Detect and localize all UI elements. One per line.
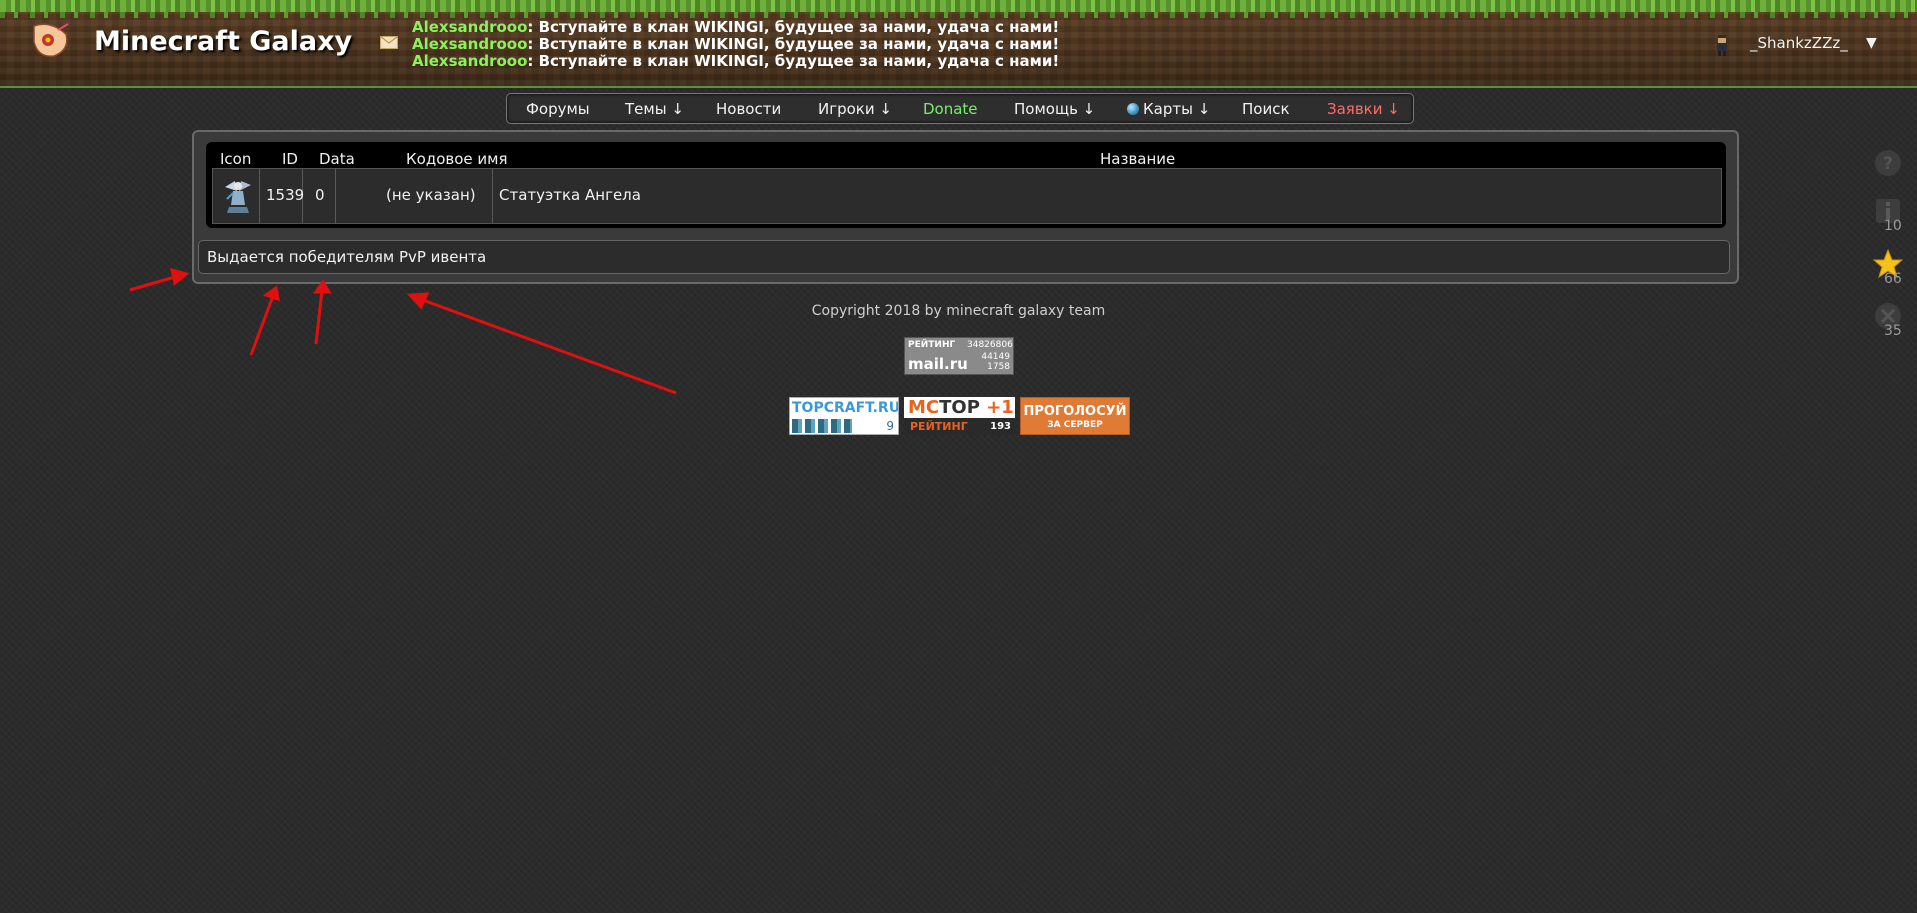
table-row: 1539 0 (не указан) Статуэтка Ангела [212,168,1722,224]
shout-author[interactable]: Alexsandrooo [412,18,527,36]
item-description-box: Выдается победителям PvP ивента [198,240,1730,274]
mctop-label-b: TOP [939,397,980,418]
nav-forums[interactable]: Форумы [526,100,590,118]
topcraft-badge[interactable]: TOPCRAFT.RU 9 [789,397,899,435]
col-header-icon: Icon [220,150,252,168]
shout-message: : Вступайте в клан WIKINGI, будущее за н… [527,18,1060,36]
svg-text:?: ? [1883,154,1893,174]
cell-code-name: (не указан) [336,169,493,223]
site-title[interactable]: Minecraft Galaxy [94,26,352,57]
user-menu-caret-icon[interactable]: ▼ [1866,35,1877,51]
item-description: Выдается победителям PvP ивента [207,248,487,266]
globe-icon [1127,103,1139,115]
info-count: 10 [1884,218,1902,234]
main-nav: Форумы Темы ↓ Новости Игроки ↓ Donate По… [506,93,1414,124]
nav-applications[interactable]: Заявки ↓ [1327,100,1400,118]
annotation-arrow [129,274,179,292]
shoutbox: Alexsandrooo: Вступайте в клан WIKINGI, … [412,19,1059,70]
mailru-label: РЕЙТИНГ [908,340,956,350]
site-header: Minecraft Galaxy Alexsandrooo: Вступайте… [0,0,1917,88]
shout-line: Alexsandrooo: Вступайте в клан WIKINGI, … [412,19,1059,36]
shout-author[interactable]: Alexsandrooo [412,35,527,53]
mailru-logo: mail.ru [908,355,968,373]
username[interactable]: _ShankzZZz_ [1750,34,1848,52]
copyright: Copyright 2018 by minecraft galaxy team [811,303,1106,319]
nav-maps[interactable]: Карты ↓ [1127,100,1210,118]
mailru-num2: 44149 [981,352,1010,362]
nav-search[interactable]: Поиск [1242,100,1290,118]
vote-line2: ЗА СЕРВЕР [1047,420,1103,430]
mailru-rating-counter[interactable]: РЕЙТИНГ 34826806 mail.ru 44149 1758 [904,337,1014,375]
shout-message: : Вступайте в клан WIKINGI, будущее за н… [527,52,1060,70]
item-name: Статуэтка Ангела [499,186,641,204]
mailru-num1: 34826806 [967,340,1013,350]
col-header-id: ID [282,150,298,168]
col-header-code-name: Кодовое имя [406,150,508,168]
vote-line1: ПРОГОЛОСУЙ [1023,404,1127,419]
nav-donate[interactable]: Donate [923,100,978,118]
galaxy-logo-icon[interactable] [28,20,72,60]
item-code-name: (не указан) [386,186,476,204]
topcraft-bars [792,419,852,433]
grass-strip [0,0,1917,12]
shout-author[interactable]: Alexsandrooo [412,52,527,70]
topcraft-label: TOPCRAFT.RU [792,400,899,416]
shout-message: : Вступайте в клан WIKINGI, будущее за н… [527,35,1060,53]
mail-icon[interactable] [380,36,398,49]
nav-topics[interactable]: Темы ↓ [625,100,684,118]
mailru-stats: 44149 1758 [981,352,1010,372]
nav-news[interactable]: Новости [716,100,781,118]
nav-players[interactable]: Игроки ↓ [818,100,892,118]
mctop-rating-label: РЕЙТИНГ [910,420,968,433]
mailru-num3: 1758 [987,362,1010,372]
col-header-name: Название [1100,150,1176,168]
mctop-logo: MCTOP +1 [908,397,1014,418]
angel-statue-icon [225,181,251,213]
nav-help[interactable]: Помощь ↓ [1014,100,1095,118]
close-count: 35 [1884,323,1902,339]
annotation-arrowhead [262,285,280,302]
star-count: 66 [1884,271,1902,287]
cell-icon [213,169,260,223]
item-id: 1539 [266,186,305,204]
mctop-label-a: MC [908,397,940,418]
item-data: 0 [315,186,325,204]
mctop-count: 193 [990,421,1011,432]
vote-server-button[interactable]: ПРОГОЛОСУЙ ЗА СЕРВЕР [1020,397,1130,435]
help-icon[interactable]: ? [1873,148,1903,178]
cell-data: 0 [303,169,336,223]
nav-maps-label: Карты ↓ [1143,100,1211,118]
topcraft-count: 9 [886,419,894,433]
mctop-plus: +1 [986,397,1014,418]
user-avatar[interactable] [1714,34,1730,56]
item-panel: Icon ID Data Кодовое имя Название 1539 0 [192,130,1739,284]
cell-name: Статуэтка Ангела [493,169,1720,223]
item-table: Icon ID Data Кодовое имя Название 1539 0 [206,142,1726,228]
mctop-badge[interactable]: MCTOP +1 РЕЙТИНГ 193 [904,397,1015,435]
cell-id: 1539 [260,169,305,223]
shout-line: Alexsandrooo: Вступайте в клан WIKINGI, … [412,53,1059,70]
annotation-arrowhead [169,267,190,286]
shout-line: Alexsandrooo: Вступайте в клан WIKINGI, … [412,36,1059,53]
col-header-data: Data [319,150,355,168]
